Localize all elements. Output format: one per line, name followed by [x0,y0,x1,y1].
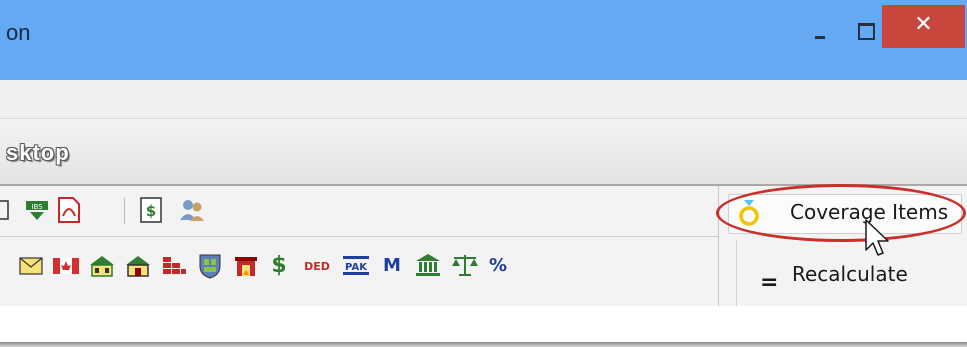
page-heading: sktop [6,140,70,165]
mouse-cursor-icon [862,218,892,260]
money-document-icon[interactable]: $ [138,196,164,224]
m-icon[interactable]: M [380,253,404,277]
toolbar-divider [0,236,718,237]
recalculate-button[interactable]: Recalculate [792,262,908,286]
scales-icon[interactable] [450,252,480,278]
toolbar-separator [736,240,737,306]
canada-flag-icon[interactable] [52,255,80,277]
pdf-icon[interactable] [56,196,82,224]
users-icon[interactable] [178,198,206,222]
percent-icon[interactable]: % [484,253,512,277]
svg-text:$: $ [146,202,156,220]
frame-icon[interactable] [0,198,12,222]
ded-icon[interactable]: DED [300,256,334,276]
fireplace-icon[interactable] [232,254,260,278]
window-title: on [6,20,31,45]
content-area [0,306,967,342]
menu-bar [0,80,967,119]
bricks-icon[interactable] [160,254,188,278]
toolbar-separator [718,186,719,306]
svg-text:IBS: IBS [31,203,43,211]
shield-icon[interactable] [196,252,224,280]
heading-band [0,119,967,186]
minimize-button[interactable] [798,12,842,50]
bank-icon[interactable] [414,252,442,278]
highlight-ellipse [716,184,966,242]
close-button[interactable]: ✕ [882,5,965,48]
pak-icon[interactable]: PAK [340,253,372,277]
house-icon[interactable] [88,254,116,278]
house-icon[interactable] [124,254,152,278]
dollar-icon[interactable]: $ [266,252,292,278]
toolbar-separator [124,198,125,224]
pak-label: PAK [345,262,368,273]
window-bottom-edge [0,342,967,347]
equals-icon: = [760,270,779,295]
check-stamp-icon[interactable]: IBS [24,198,50,222]
close-icon: ✕ [914,12,933,37]
envelope-icon[interactable] [18,255,44,277]
